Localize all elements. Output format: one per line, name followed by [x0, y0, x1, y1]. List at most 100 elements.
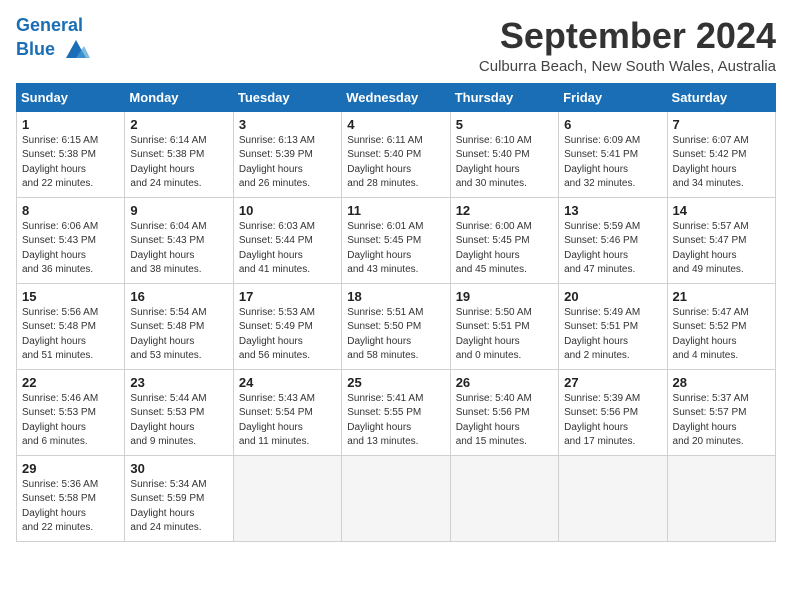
day-number: 9 — [130, 203, 227, 218]
day-number: 21 — [673, 289, 770, 304]
day-number: 16 — [130, 289, 227, 304]
weekday-header-wednesday: Wednesday — [342, 83, 450, 111]
day-number: 4 — [347, 117, 444, 132]
weekday-header-row: SundayMondayTuesdayWednesdayThursdayFrid… — [17, 83, 776, 111]
day-info: Sunrise: 6:07 AMSunset: 5:42 PMDaylight … — [673, 134, 770, 192]
empty-cell — [667, 455, 775, 541]
day-cell-12: 12 Sunrise: 6:00 AMSunset: 5:45 PMDayligh… — [450, 197, 558, 283]
day-number: 17 — [239, 289, 336, 304]
day-number: 11 — [347, 203, 444, 218]
logo-general: General — [16, 15, 83, 35]
day-cell-3: 3Sunrise: 6:13 AMSunset: 5:39 PMDaylight… — [233, 111, 341, 197]
day-info: Sunrise: 6:15 AMSunset: 5:38 PMDaylight … — [22, 134, 119, 192]
day-number: 6 — [564, 117, 661, 132]
day-cell-25: 25Sunrise: 5:41 AMSunset: 5:55 PMDayligh… — [342, 369, 450, 455]
day-number: 12 — [456, 203, 553, 218]
day-info: Sunrise: 6:06 AMSunset: 5:43 PMDaylight … — [22, 220, 119, 278]
day-cell-28: 28Sunrise: 5:37 AMSunset: 5:57 PMDayligh… — [667, 369, 775, 455]
weekday-header-friday: Friday — [559, 83, 667, 111]
day-number: 1 — [22, 117, 119, 132]
empty-cell — [559, 455, 667, 541]
day-number: 13 — [564, 203, 661, 218]
day-number: 10 — [239, 203, 336, 218]
day-number: 5 — [456, 117, 553, 132]
day-cell-7: 7 Sunrise: 6:07 AMSunset: 5:42 PMDaylight… — [667, 111, 775, 197]
day-number: 2 — [130, 117, 227, 132]
day-info: Sunrise: 6:01 AMSunset: 5:45 PMDaylight … — [347, 220, 444, 278]
day-info: Sunrise: 6:00 AMSunset: 5:45 PMDaylight … — [456, 220, 553, 278]
day-cell-5: 5 Sunrise: 6:10 AMSunset: 5:40 PMDaylight… — [450, 111, 558, 197]
page-header: General Blue September 2024 Culburra Bea… — [16, 16, 776, 75]
location-title: Culburra Beach, New South Wales, Austral… — [479, 58, 776, 75]
day-cell-1: 1 Sunrise: 6:15 AMSunset: 5:38 PMDaylight… — [17, 111, 125, 197]
day-cell-24: 24 Sunrise: 5:43 AMSunset: 5:54 PMDayligh… — [233, 369, 341, 455]
day-cell-21: 21 Sunrise: 5:47 AMSunset: 5:52 PMDayligh… — [667, 283, 775, 369]
weekday-header-tuesday: Tuesday — [233, 83, 341, 111]
calendar-week-1: 1 Sunrise: 6:15 AMSunset: 5:38 PMDaylight… — [17, 111, 776, 197]
day-info: Sunrise: 5:49 AMSunset: 5:51 PMDaylight … — [564, 306, 661, 364]
day-number: 30 — [130, 461, 227, 476]
day-cell-26: 26Sunrise: 5:40 AMSunset: 5:56 PMDayligh… — [450, 369, 558, 455]
day-number: 8 — [22, 203, 119, 218]
day-cell-10: 10 Sunrise: 6:03 AMSunset: 5:44 PMDayligh… — [233, 197, 341, 283]
logo-icon — [62, 36, 90, 64]
day-info: Sunrise: 5:51 AMSunset: 5:50 PMDaylight … — [347, 306, 444, 364]
weekday-header-monday: Monday — [125, 83, 233, 111]
day-number: 25 — [347, 375, 444, 390]
day-cell-4: 4 Sunrise: 6:11 AMSunset: 5:40 PMDaylight… — [342, 111, 450, 197]
day-cell-11: 11 Sunrise: 6:01 AMSunset: 5:45 PMDayligh… — [342, 197, 450, 283]
calendar-week-5: 29Sunrise: 5:36 AMSunset: 5:58 PMDayligh… — [17, 455, 776, 541]
day-info: Sunrise: 6:10 AMSunset: 5:40 PMDaylight … — [456, 134, 553, 192]
day-info: Sunrise: 5:46 AMSunset: 5:53 PMDaylight … — [22, 392, 119, 450]
empty-cell — [450, 455, 558, 541]
day-cell-6: 6Sunrise: 6:09 AMSunset: 5:41 PMDaylight… — [559, 111, 667, 197]
logo: General Blue — [16, 16, 90, 64]
day-number: 18 — [347, 289, 444, 304]
day-number: 27 — [564, 375, 661, 390]
calendar-week-4: 22Sunrise: 5:46 AMSunset: 5:53 PMDayligh… — [17, 369, 776, 455]
day-number: 15 — [22, 289, 119, 304]
day-info: Sunrise: 5:44 AMSunset: 5:53 PMDaylight … — [130, 392, 227, 450]
day-info: Sunrise: 6:03 AMSunset: 5:44 PMDaylight … — [239, 220, 336, 278]
day-number: 3 — [239, 117, 336, 132]
day-info: Sunrise: 5:57 AMSunset: 5:47 PMDaylight … — [673, 220, 770, 278]
day-cell-17: 17 Sunrise: 5:53 AMSunset: 5:49 PMDayligh… — [233, 283, 341, 369]
day-info: Sunrise: 5:47 AMSunset: 5:52 PMDaylight … — [673, 306, 770, 364]
day-cell-18: 18 Sunrise: 5:51 AMSunset: 5:50 PMDayligh… — [342, 283, 450, 369]
weekday-header-sunday: Sunday — [17, 83, 125, 111]
day-cell-23: 23 Sunrise: 5:44 AMSunset: 5:53 PMDayligh… — [125, 369, 233, 455]
empty-cell — [233, 455, 341, 541]
day-info: Sunrise: 5:59 AMSunset: 5:46 PMDaylight … — [564, 220, 661, 278]
month-title: September 2024 — [479, 16, 776, 56]
day-cell-20: 20 Sunrise: 5:49 AMSunset: 5:51 PMDayligh… — [559, 283, 667, 369]
day-info: Sunrise: 6:11 AMSunset: 5:40 PMDaylight … — [347, 134, 444, 192]
day-cell-2: 2Sunrise: 6:14 AMSunset: 5:38 PMDaylight… — [125, 111, 233, 197]
calendar-week-3: 15 Sunrise: 5:56 AMSunset: 5:48 PMDayligh… — [17, 283, 776, 369]
day-info: Sunrise: 5:53 AMSunset: 5:49 PMDaylight … — [239, 306, 336, 364]
day-number: 19 — [456, 289, 553, 304]
day-info: Sunrise: 5:39 AMSunset: 5:56 PMDaylight … — [564, 392, 661, 450]
empty-cell — [342, 455, 450, 541]
weekday-header-thursday: Thursday — [450, 83, 558, 111]
day-info: Sunrise: 5:43 AMSunset: 5:54 PMDaylight … — [239, 392, 336, 450]
day-info: Sunrise: 5:40 AMSunset: 5:56 PMDaylight … — [456, 392, 553, 450]
calendar-week-2: 8 Sunrise: 6:06 AMSunset: 5:43 PMDaylight… — [17, 197, 776, 283]
day-info: Sunrise: 5:37 AMSunset: 5:57 PMDaylight … — [673, 392, 770, 450]
day-number: 24 — [239, 375, 336, 390]
day-cell-29: 29Sunrise: 5:36 AMSunset: 5:58 PMDayligh… — [17, 455, 125, 541]
day-cell-13: 13 Sunrise: 5:59 AMSunset: 5:46 PMDayligh… — [559, 197, 667, 283]
day-number: 20 — [564, 289, 661, 304]
day-number: 7 — [673, 117, 770, 132]
day-cell-19: 19 Sunrise: 5:50 AMSunset: 5:51 PMDayligh… — [450, 283, 558, 369]
day-cell-30: 30Sunrise: 5:34 AMSunset: 5:59 PMDayligh… — [125, 455, 233, 541]
day-info: Sunrise: 5:56 AMSunset: 5:48 PMDaylight … — [22, 306, 119, 364]
day-cell-16: 16 Sunrise: 5:54 AMSunset: 5:48 PMDayligh… — [125, 283, 233, 369]
day-number: 14 — [673, 203, 770, 218]
day-cell-27: 27 Sunrise: 5:39 AMSunset: 5:56 PMDayligh… — [559, 369, 667, 455]
day-info: Sunrise: 5:50 AMSunset: 5:51 PMDaylight … — [456, 306, 553, 364]
logo-blue: Blue — [16, 39, 55, 59]
day-info: Sunrise: 6:04 AMSunset: 5:43 PMDaylight … — [130, 220, 227, 278]
day-number: 23 — [130, 375, 227, 390]
day-info: Sunrise: 5:54 AMSunset: 5:48 PMDaylight … — [130, 306, 227, 364]
weekday-header-saturday: Saturday — [667, 83, 775, 111]
